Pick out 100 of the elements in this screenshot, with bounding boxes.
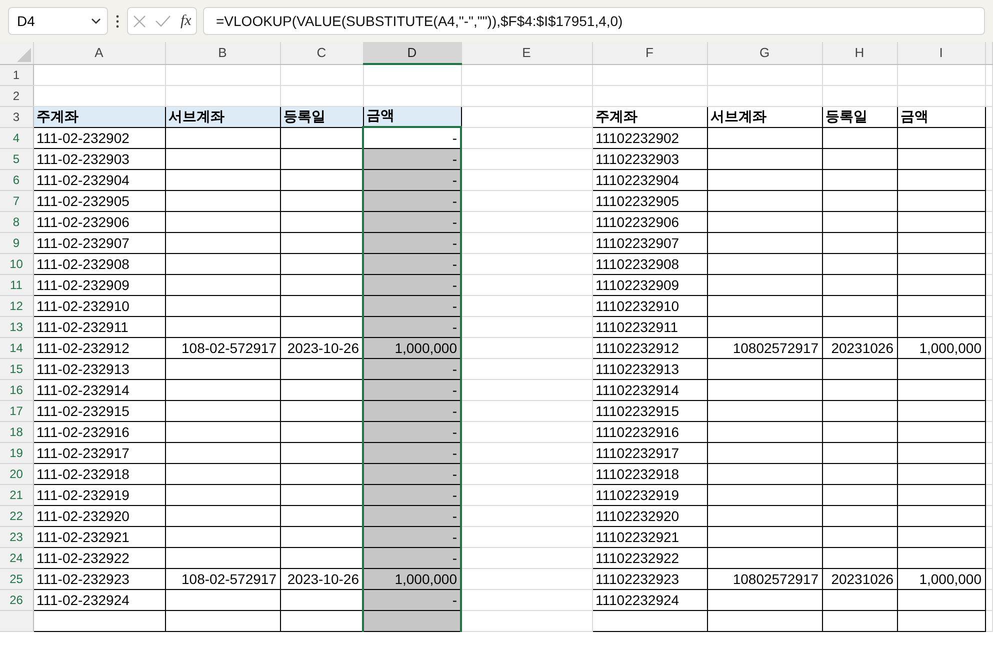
- amount-cell: -: [363, 547, 461, 568]
- amount-cell: 1,000,000: [363, 337, 461, 358]
- table-cell: 10802572917: [707, 337, 822, 358]
- column-title-cell: 금액: [897, 106, 985, 127]
- column-title-cell: 서브계좌: [165, 106, 280, 127]
- row-header[interactable]: 16: [0, 379, 33, 400]
- row-header[interactable]: 10: [0, 253, 33, 274]
- row-header[interactable]: 6: [0, 169, 33, 190]
- row-header[interactable]: 15: [0, 358, 33, 379]
- table-cell: 111-02-232918: [33, 463, 165, 484]
- amount-cell: -: [363, 526, 461, 547]
- column-title-cell: 금액: [363, 106, 461, 127]
- row-header[interactable]: 4: [0, 127, 33, 148]
- row-header[interactable]: 13: [0, 316, 33, 337]
- table-cell: 111-02-232914: [33, 379, 165, 400]
- column-header[interactable]: A: [33, 42, 165, 64]
- table-cell: 11102232904: [592, 169, 707, 190]
- table-cell: 111-02-232911: [33, 316, 165, 337]
- row-header[interactable]: 11: [0, 274, 33, 295]
- table-cell: 11102232910: [592, 295, 707, 316]
- row-header[interactable]: 22: [0, 505, 33, 526]
- table-cell: 111-02-232922: [33, 547, 165, 568]
- table-cell: 111-02-232919: [33, 484, 165, 505]
- table-cell: 11102232922: [592, 547, 707, 568]
- table-cell: 108-02-572917: [165, 568, 280, 589]
- table-cell: 11102232911: [592, 316, 707, 337]
- amount-cell: -: [363, 589, 461, 610]
- table-cell: 11102232921: [592, 526, 707, 547]
- column-header[interactable]: I: [897, 42, 985, 64]
- row-header[interactable]: 3: [0, 106, 33, 127]
- row-header[interactable]: 14: [0, 337, 33, 358]
- table-cell: 11102232920: [592, 505, 707, 526]
- table-cell: 11102232924: [592, 589, 707, 610]
- column-header[interactable]: E: [461, 42, 592, 64]
- row-header[interactable]: 25: [0, 568, 33, 589]
- column-header[interactable]: C: [280, 42, 363, 64]
- row-header[interactable]: 23: [0, 526, 33, 547]
- amount-cell: -: [363, 190, 461, 211]
- insert-function-button[interactable]: fx: [180, 12, 192, 30]
- table-cell: 111-02-232902: [33, 127, 165, 148]
- row-header[interactable]: 5: [0, 148, 33, 169]
- amount-cell: -: [363, 421, 461, 442]
- amount-cell: -: [363, 484, 461, 505]
- row-header[interactable]: 24: [0, 547, 33, 568]
- amount-cell: -: [363, 253, 461, 274]
- column-header[interactable]: D: [363, 42, 461, 64]
- column-title-cell: 주계좌: [592, 106, 707, 127]
- row-header[interactable]: 2: [0, 85, 33, 106]
- amount-cell: -: [363, 379, 461, 400]
- table-cell: 11102232917: [592, 442, 707, 463]
- table-cell: 11102232919: [592, 484, 707, 505]
- column-header[interactable]: B: [165, 42, 280, 64]
- table-cell: 111-02-232917: [33, 442, 165, 463]
- table-cell: 11102232916: [592, 421, 707, 442]
- cell-reference: D4: [17, 13, 35, 29]
- amount-cell: -: [363, 316, 461, 337]
- row-header[interactable]: 20: [0, 463, 33, 484]
- row-header[interactable]: 7: [0, 190, 33, 211]
- column-header[interactable]: G: [707, 42, 822, 64]
- amount-cell: -: [363, 463, 461, 484]
- table-cell: 111-02-232915: [33, 400, 165, 421]
- table-cell: 11102232912: [592, 337, 707, 358]
- column-title-cell: 등록일: [280, 106, 363, 127]
- row-header[interactable]: 26: [0, 589, 33, 610]
- amount-cell: -: [363, 148, 461, 169]
- more-options-icon[interactable]: [116, 14, 119, 28]
- select-all-icon[interactable]: [16, 48, 30, 62]
- caret-icon: [91, 18, 101, 24]
- row-header[interactable]: 19: [0, 442, 33, 463]
- column-header[interactable]: H: [822, 42, 897, 64]
- table-cell: 11102232902: [592, 127, 707, 148]
- amount-cell: -: [363, 232, 461, 253]
- row-header[interactable]: 9: [0, 232, 33, 253]
- amount-cell: -: [363, 211, 461, 232]
- amount-cell: -: [363, 505, 461, 526]
- row-header[interactable]: 17: [0, 400, 33, 421]
- cancel-icon[interactable]: [132, 14, 146, 28]
- row-header[interactable]: 12: [0, 295, 33, 316]
- table-cell: 11102232909: [592, 274, 707, 295]
- table-cell: 11102232913: [592, 358, 707, 379]
- amount-cell: -: [363, 400, 461, 421]
- table-cell: 111-02-232912: [33, 337, 165, 358]
- table-cell: 111-02-232910: [33, 295, 165, 316]
- check-icon[interactable]: [155, 15, 172, 27]
- column-title-cell: 등록일: [822, 106, 897, 127]
- row-header[interactable]: 18: [0, 421, 33, 442]
- name-box[interactable]: D4: [8, 7, 108, 35]
- table-cell: 111-02-232905: [33, 190, 165, 211]
- table-cell: 111-02-232921: [33, 526, 165, 547]
- table-cell: 111-02-232903: [33, 148, 165, 169]
- table-cell: 10802572917: [707, 568, 822, 589]
- formula-field[interactable]: =VLOOKUP(VALUE(SUBSTITUTE(A4,"-","")),$F$4:$I$17951,4,0): [203, 7, 985, 35]
- table-cell: 111-02-232909: [33, 274, 165, 295]
- column-title-cell: 서브계좌: [707, 106, 822, 127]
- row-header[interactable]: 1: [0, 64, 33, 85]
- row-header[interactable]: 21: [0, 484, 33, 505]
- amount-cell: 1,000,000: [363, 568, 461, 589]
- row-header[interactable]: 8: [0, 211, 33, 232]
- column-header[interactable]: F: [592, 42, 707, 64]
- table-cell: 111-02-232904: [33, 169, 165, 190]
